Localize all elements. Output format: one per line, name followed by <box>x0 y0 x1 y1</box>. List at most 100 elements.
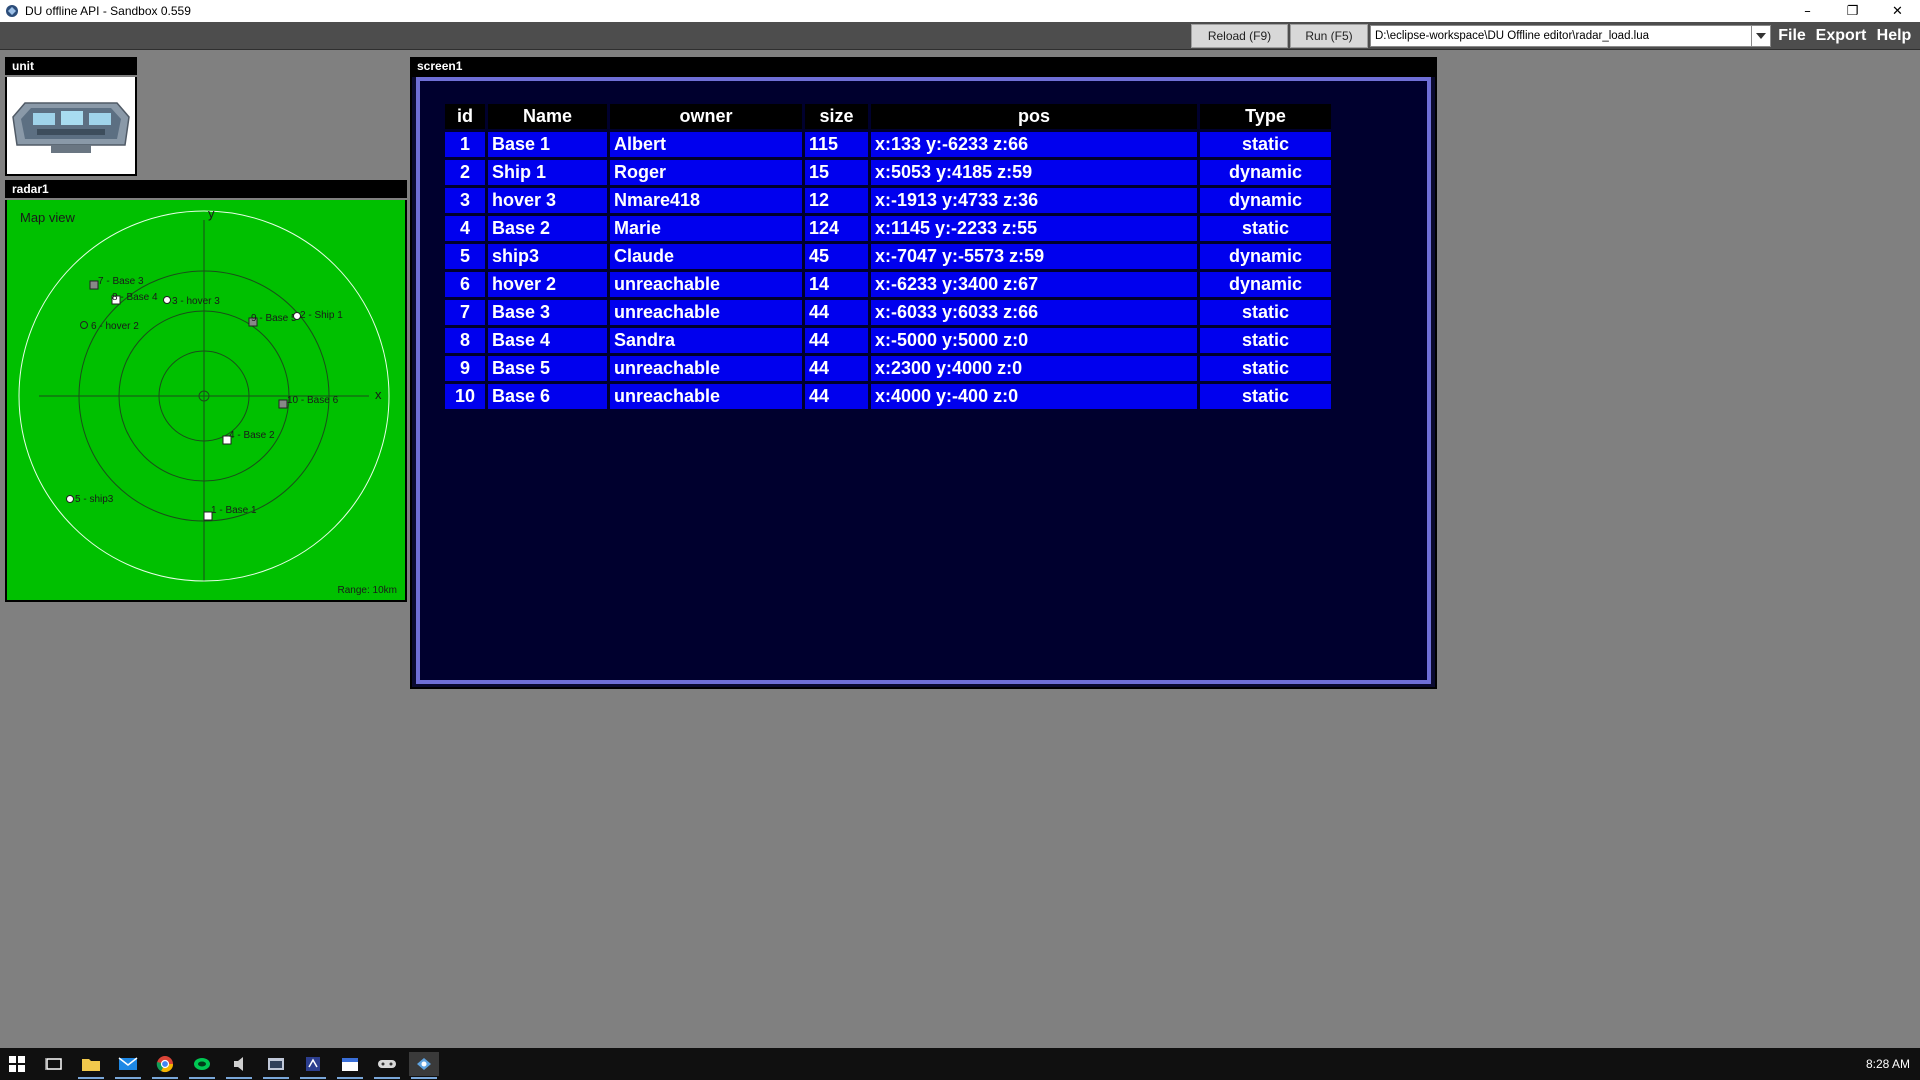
close-icon[interactable]: ✕ <box>1875 0 1920 22</box>
cell-name: Ship 1 <box>488 160 607 185</box>
table-row: 5 ship3 Claude 45 x:-7047 y:-5573 z:59 d… <box>445 244 1331 269</box>
taskbar: 8:28 AM <box>0 1048 1920 1080</box>
table-row: 6 hover 2 unreachable 14 x:-6233 y:3400 … <box>445 272 1331 297</box>
cell-pos: x:-7047 y:-5573 z:59 <box>871 244 1197 269</box>
cell-name: Base 4 <box>488 328 607 353</box>
terminal-icon[interactable] <box>261 1052 291 1079</box>
cell-owner: Albert <box>610 132 802 157</box>
system-clock[interactable]: 8:28 AM <box>1866 1057 1910 1071</box>
file-explorer-icon[interactable] <box>76 1052 106 1079</box>
screen-display[interactable]: id Name owner size pos Type 1 Base 1 Alb… <box>416 77 1431 684</box>
cell-type: static <box>1200 328 1331 353</box>
cell-size: 14 <box>805 272 868 297</box>
unit-panel[interactable] <box>5 77 137 176</box>
radar-map[interactable]: y x 7 - Base 3 8 - Base 4 3 - hover 3 6 … <box>7 200 407 602</box>
cell-id: 4 <box>445 216 485 241</box>
radar-marker-label: 9 - Base 5 <box>251 313 297 324</box>
run-button[interactable]: Run (F5) <box>1290 24 1368 48</box>
cell-size: 15 <box>805 160 868 185</box>
script-path-field[interactable]: D:\eclipse-workspace\DU Offline editor\r… <box>1370 25 1754 47</box>
cell-name: Base 5 <box>488 356 607 381</box>
radar-marker-hover3[interactable] <box>163 296 171 304</box>
cell-pos: x:5053 y:4185 z:59 <box>871 160 1197 185</box>
cell-pos: x:133 y:-6233 z:66 <box>871 132 1197 157</box>
radar-marker-hover2[interactable] <box>80 321 88 329</box>
cell-pos: x:2300 y:4000 z:0 <box>871 356 1197 381</box>
cell-pos: x:-5000 y:5000 z:0 <box>871 328 1197 353</box>
radar-marker-ship3[interactable] <box>66 495 74 503</box>
radar-marker-label: 4 - Base 2 <box>229 430 275 441</box>
range-label: Range: 10km <box>337 585 397 596</box>
path-dropdown-button[interactable] <box>1751 25 1771 47</box>
radar-marker-base3[interactable] <box>89 280 99 290</box>
table-header-row: id Name owner size pos Type <box>445 104 1331 129</box>
radar-panel-title[interactable]: radar1 <box>5 180 407 198</box>
cell-type: dynamic <box>1200 188 1331 213</box>
reload-button[interactable]: Reload (F9) <box>1191 24 1288 48</box>
control-unit-image <box>12 102 130 153</box>
column-header-owner: owner <box>610 104 802 129</box>
axis-x-label: x <box>375 387 382 402</box>
cell-pos: x:-1913 y:4733 z:36 <box>871 188 1197 213</box>
cell-name: ship3 <box>488 244 607 269</box>
editor-icon[interactable] <box>298 1052 328 1079</box>
audio-app-icon[interactable] <box>224 1052 254 1079</box>
cell-size: 45 <box>805 244 868 269</box>
radar-marker-label: 6 - hover 2 <box>91 321 139 332</box>
toolbar: Reload (F9) Run (F5) D:\eclipse-workspac… <box>0 22 1920 50</box>
cell-id: 8 <box>445 328 485 353</box>
cell-size: 44 <box>805 300 868 325</box>
export-menu[interactable]: Export <box>1812 22 1870 50</box>
column-header-name: Name <box>488 104 607 129</box>
cell-owner: unreachable <box>610 356 802 381</box>
cell-type: static <box>1200 132 1331 157</box>
entity-table: id Name owner size pos Type 1 Base 1 Alb… <box>442 101 1334 412</box>
task-view-icon[interactable] <box>39 1052 69 1076</box>
radar-marker-label: 10 - Base 6 <box>287 395 339 406</box>
cell-type: dynamic <box>1200 272 1331 297</box>
help-menu[interactable]: Help <box>1870 22 1918 50</box>
chrome-icon[interactable] <box>150 1052 180 1079</box>
restore-icon[interactable]: ❐ <box>1830 0 1875 22</box>
unit-panel-title[interactable]: unit <box>5 57 137 75</box>
cell-pos: x:-6033 y:6033 z:66 <box>871 300 1197 325</box>
cell-size: 44 <box>805 384 868 409</box>
du-app-icon[interactable] <box>409 1052 439 1079</box>
cell-size: 44 <box>805 356 868 381</box>
file-menu[interactable]: File <box>1772 22 1812 50</box>
radar-marker-label: 3 - hover 3 <box>172 296 220 307</box>
table-row: 8 Base 4 Sandra 44 x:-5000 y:5000 z:0 st… <box>445 328 1331 353</box>
radar-marker-label: 8 - Base 4 <box>112 292 158 303</box>
minimize-icon[interactable]: – <box>1785 0 1830 22</box>
cell-id: 2 <box>445 160 485 185</box>
cell-type: static <box>1200 356 1331 381</box>
cell-id: 7 <box>445 300 485 325</box>
table-row: 3 hover 3 Nmare418 12 x:-1913 y:4733 z:3… <box>445 188 1331 213</box>
column-header-size: size <box>805 104 868 129</box>
cell-size: 115 <box>805 132 868 157</box>
cell-id: 3 <box>445 188 485 213</box>
cell-size: 44 <box>805 328 868 353</box>
calendar-icon[interactable] <box>335 1052 365 1079</box>
screen-panel-title[interactable]: screen1 <box>410 57 1437 75</box>
column-header-pos: pos <box>871 104 1197 129</box>
start-icon[interactable] <box>2 1052 32 1076</box>
cell-type: static <box>1200 300 1331 325</box>
cell-id: 10 <box>445 384 485 409</box>
cell-owner: unreachable <box>610 272 802 297</box>
cell-name: hover 2 <box>488 272 607 297</box>
cell-size: 124 <box>805 216 868 241</box>
cell-owner: Claude <box>610 244 802 269</box>
cell-type: dynamic <box>1200 244 1331 269</box>
radar-marker-base6[interactable] <box>278 399 288 409</box>
cell-owner: Nmare418 <box>610 188 802 213</box>
cell-name: Base 6 <box>488 384 607 409</box>
cell-owner: unreachable <box>610 300 802 325</box>
mail-icon[interactable] <box>113 1052 143 1079</box>
game-icon[interactable] <box>372 1052 402 1079</box>
radar-marker-label: 1 - Base 1 <box>211 505 257 516</box>
green-app-icon[interactable] <box>187 1052 217 1079</box>
cell-name: Base 3 <box>488 300 607 325</box>
table-row: 7 Base 3 unreachable 44 x:-6033 y:6033 z… <box>445 300 1331 325</box>
radar-panel[interactable]: Map view y x 7 - Base 3 8 - Base 4 3 - h… <box>5 200 407 602</box>
